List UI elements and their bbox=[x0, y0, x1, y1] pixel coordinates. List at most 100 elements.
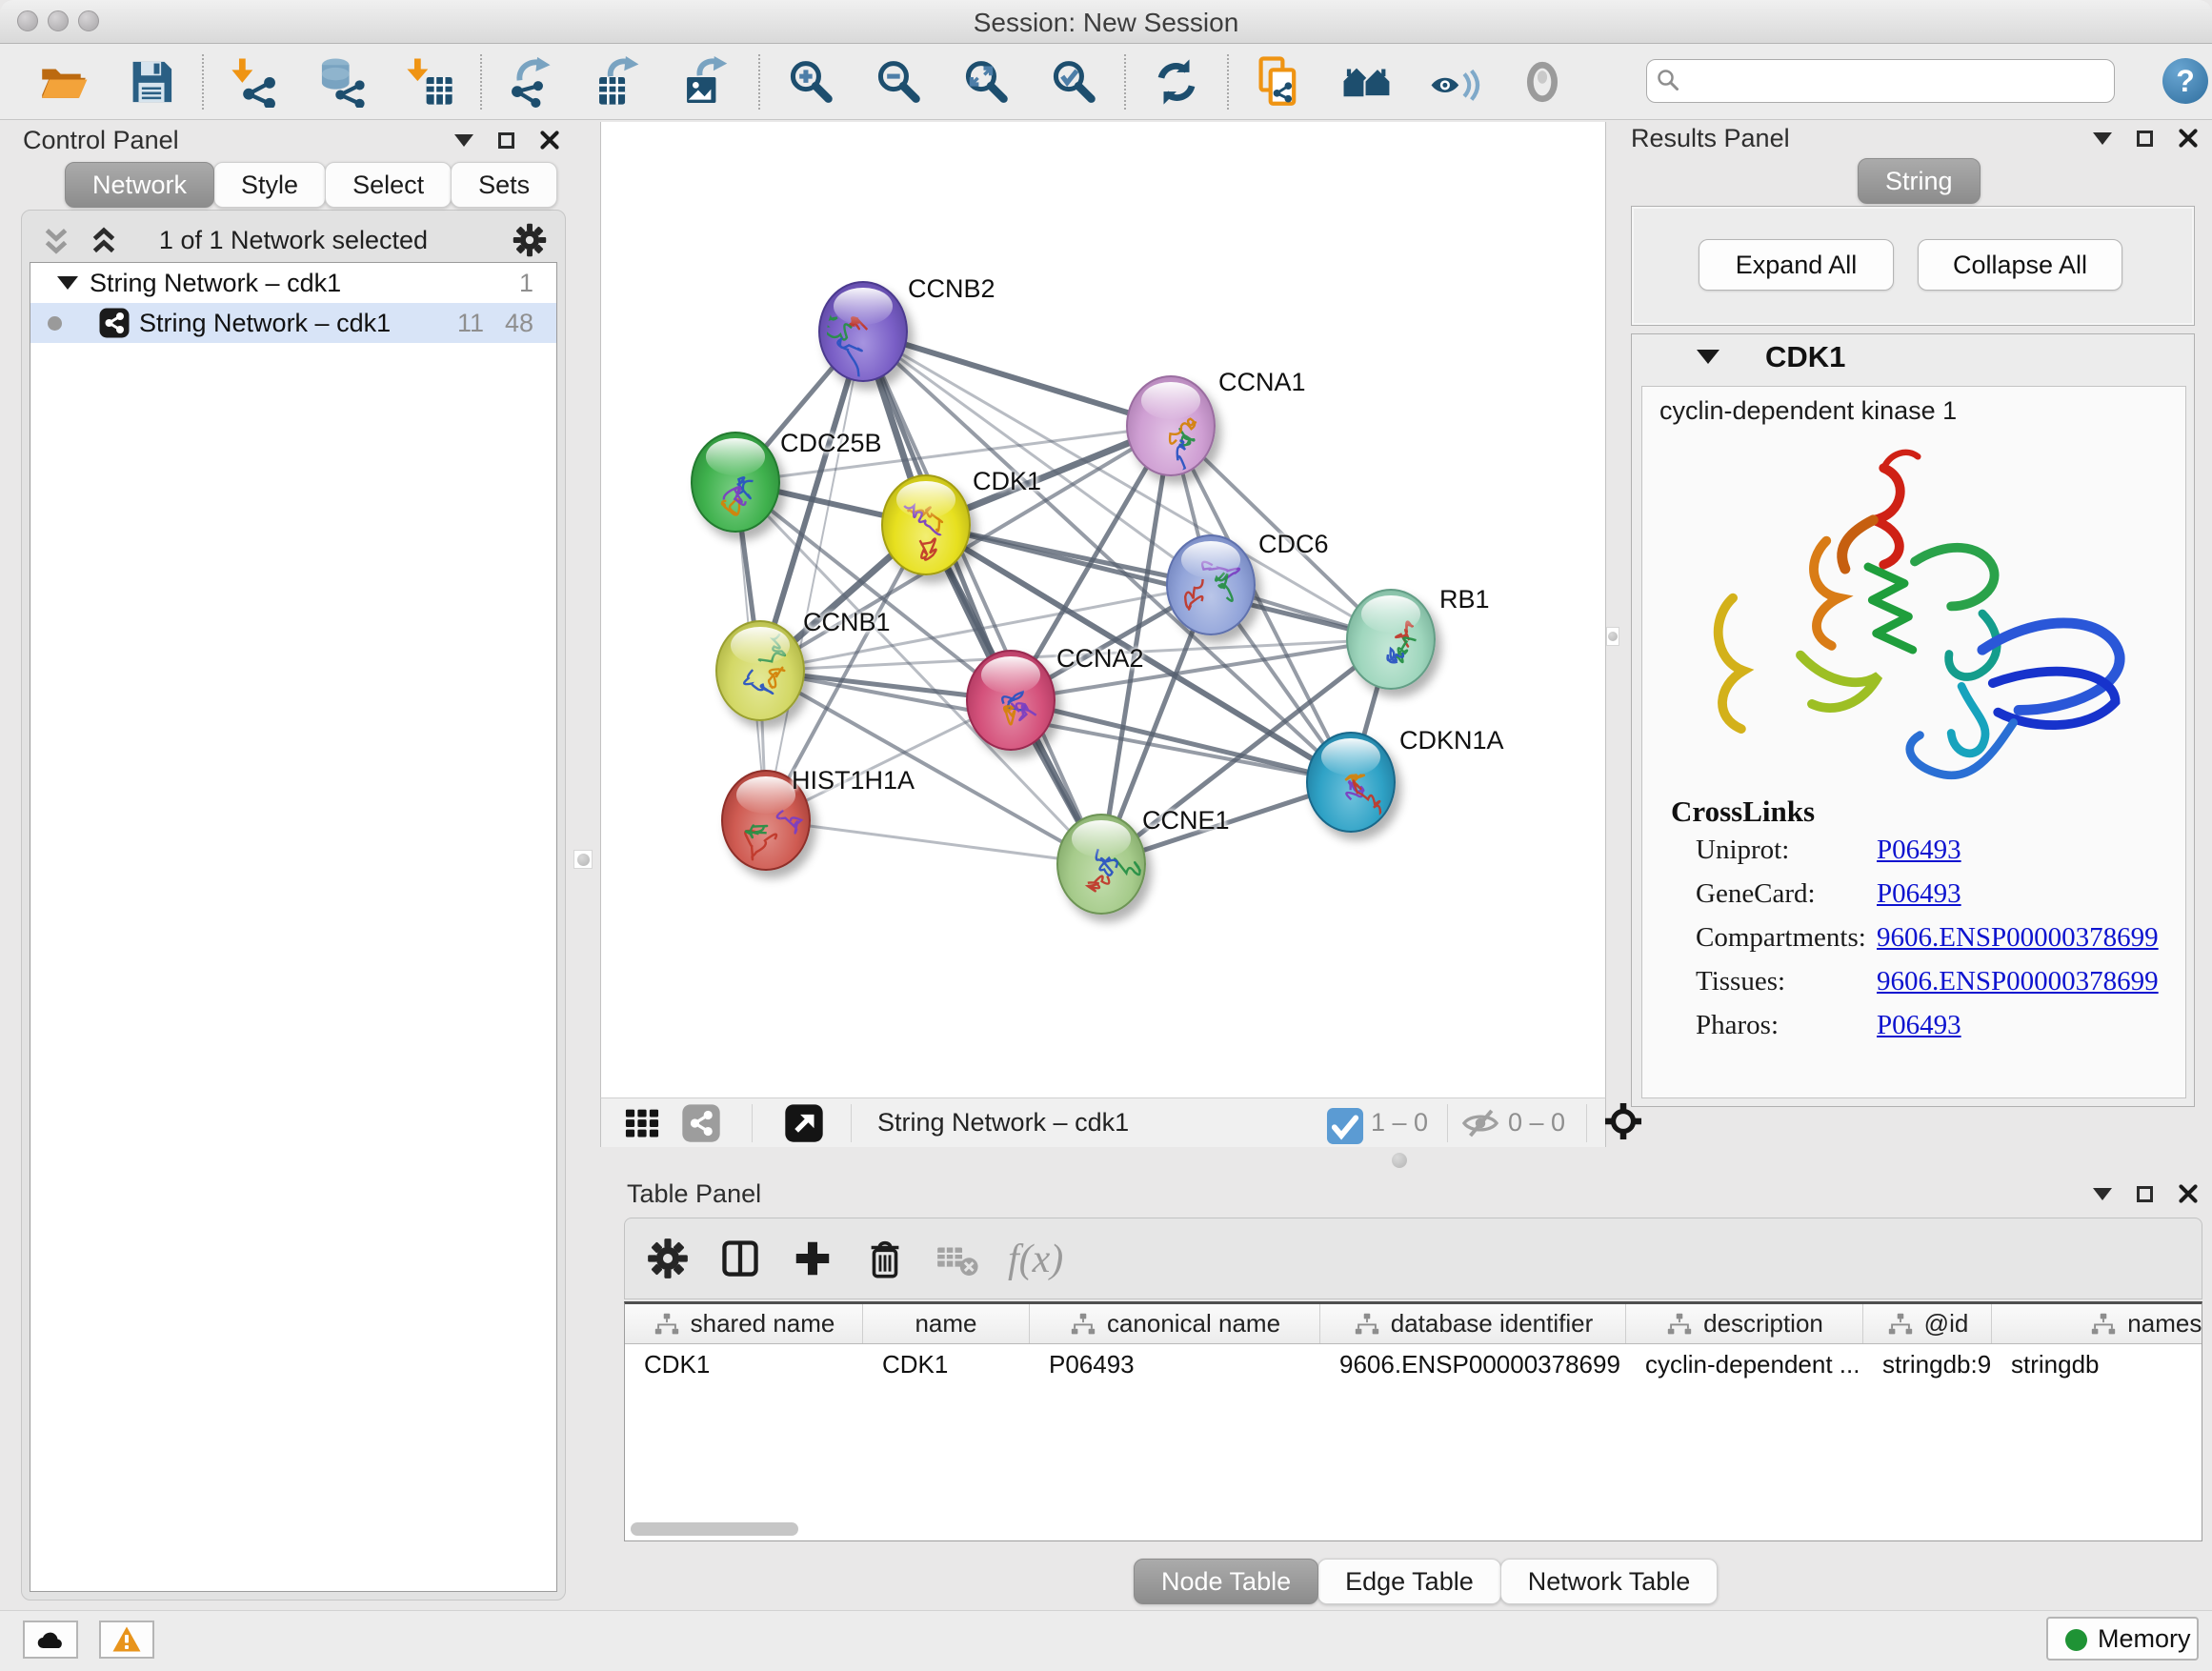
table-cell: P06493 bbox=[1030, 1344, 1320, 1382]
node-CCNE1[interactable] bbox=[1056, 814, 1146, 915]
splitter-handle[interactable] bbox=[573, 850, 593, 869]
selected-checkbox-icon[interactable] bbox=[1325, 1106, 1359, 1140]
import-table-icon[interactable] bbox=[404, 56, 455, 108]
panel-menu-icon[interactable] bbox=[2093, 132, 2112, 145]
splitter-handle[interactable] bbox=[1606, 627, 1619, 646]
crosslink-link[interactable]: P06493 bbox=[1877, 1010, 1961, 1041]
panel-close-icon[interactable] bbox=[539, 130, 560, 151]
expand-all-button[interactable]: Expand All bbox=[1699, 239, 1894, 291]
node-CDC25B[interactable] bbox=[691, 432, 780, 533]
toolbar-group bbox=[1254, 56, 1568, 108]
node-CCNB2[interactable] bbox=[818, 281, 908, 382]
warning-button[interactable] bbox=[99, 1621, 154, 1659]
zoom-selected-icon[interactable] bbox=[1048, 56, 1099, 108]
panel-float-icon[interactable] bbox=[498, 132, 514, 149]
show-birds-eye-icon[interactable] bbox=[1517, 56, 1568, 108]
panel-close-icon[interactable] bbox=[2178, 1183, 2199, 1204]
gene-description: cyclin-dependent kinase 1 bbox=[1659, 396, 1957, 426]
refresh-layout-icon[interactable] bbox=[1151, 56, 1202, 108]
tab-edge-table[interactable]: Edge Table bbox=[1317, 1559, 1501, 1604]
panel-menu-icon[interactable] bbox=[454, 134, 473, 147]
cloud-button[interactable] bbox=[23, 1621, 78, 1659]
toolbar-group bbox=[785, 56, 1099, 108]
view-network-icon[interactable] bbox=[681, 1103, 721, 1143]
string-home-icon[interactable] bbox=[1341, 56, 1393, 108]
show-graphics-details-icon[interactable] bbox=[1429, 56, 1480, 108]
network-icon bbox=[99, 308, 130, 338]
import-network-icon[interactable] bbox=[229, 56, 280, 108]
column-header-shared-name[interactable]: shared name bbox=[625, 1304, 863, 1343]
panel-close-icon[interactable] bbox=[2178, 128, 2199, 149]
crosslink-link[interactable]: 9606.ENSP00000378699 bbox=[1877, 966, 2159, 997]
view-grid-icon[interactable] bbox=[622, 1103, 662, 1143]
import-database-icon[interactable] bbox=[316, 56, 368, 108]
node-CCNA1[interactable] bbox=[1126, 375, 1216, 476]
settings-icon[interactable] bbox=[646, 1237, 690, 1280]
search-input[interactable] bbox=[1646, 59, 2115, 103]
network-collection-row[interactable]: String Network – cdk1 1 bbox=[30, 263, 556, 303]
collection-label: String Network – cdk1 bbox=[90, 269, 341, 298]
node-CDC6[interactable] bbox=[1166, 534, 1256, 635]
crosslink-row: Tissues:9606.ENSP00000378699 bbox=[1642, 966, 2185, 1010]
column-header-name[interactable]: name bbox=[863, 1304, 1030, 1343]
tab-node-table[interactable]: Node Table bbox=[1134, 1559, 1318, 1604]
column-header-database-identifier[interactable]: database identifier bbox=[1320, 1304, 1626, 1343]
table-row[interactable]: CDK1CDK1P064939606.ENSP00000378699cyclin… bbox=[625, 1344, 2202, 1382]
titlebar: Session: New Session bbox=[0, 0, 2212, 44]
crosslink-link[interactable]: P06493 bbox=[1877, 835, 1961, 866]
zoom-out-icon[interactable] bbox=[873, 56, 924, 108]
hidden-eye-slash-icon[interactable] bbox=[1460, 1103, 1500, 1143]
tab-network-table[interactable]: Network Table bbox=[1500, 1559, 1719, 1604]
tab-string[interactable]: String bbox=[1858, 158, 1981, 204]
node-CDK1[interactable] bbox=[881, 474, 971, 575]
session-documents-icon[interactable] bbox=[1254, 56, 1305, 108]
column-header-description[interactable]: description bbox=[1626, 1304, 1863, 1343]
toolbar-divider bbox=[480, 54, 482, 110]
node-label-CCNA1: CCNA1 bbox=[1218, 368, 1306, 397]
export-network-icon[interactable] bbox=[507, 56, 558, 108]
column-header-namespace[interactable]: namespace bbox=[1992, 1304, 2202, 1343]
tab-network[interactable]: Network bbox=[65, 162, 214, 208]
network-canvas[interactable]: CCNB2CCNA1CDC25BCDK1CDC6RB1CCNB1CCNA2CDK… bbox=[600, 122, 1606, 1097]
split-columns-icon[interactable] bbox=[718, 1237, 762, 1280]
panel-float-icon[interactable] bbox=[2137, 1186, 2153, 1202]
add-column-icon[interactable] bbox=[791, 1237, 835, 1280]
node-CDKN1A[interactable] bbox=[1306, 732, 1396, 833]
export-table-icon[interactable] bbox=[594, 56, 646, 108]
current-network-title: String Network – cdk1 bbox=[877, 1108, 1129, 1137]
tab-select[interactable]: Select bbox=[325, 162, 452, 208]
detach-view-icon[interactable] bbox=[784, 1103, 824, 1143]
control-panel: Control Panel NetworkStyleSelectSets 1 o… bbox=[10, 124, 570, 1604]
splitter-handle[interactable] bbox=[1392, 1153, 1407, 1168]
help-button[interactable]: ? bbox=[2162, 58, 2208, 104]
tab-style[interactable]: Style bbox=[213, 162, 326, 208]
panel-menu-icon[interactable] bbox=[2093, 1188, 2112, 1200]
zoom-fit-icon[interactable] bbox=[960, 56, 1012, 108]
crosslink-link[interactable]: P06493 bbox=[1877, 878, 1961, 910]
crosslink-link[interactable]: 9606.ENSP00000378699 bbox=[1877, 922, 2159, 954]
node-RB1[interactable] bbox=[1346, 589, 1436, 690]
collapse-all-button[interactable]: Collapse All bbox=[1918, 239, 2122, 291]
collection-expand-icon[interactable] bbox=[57, 276, 78, 290]
column-header-canonical-name[interactable]: canonical name bbox=[1030, 1304, 1320, 1343]
entry-collapse-icon[interactable] bbox=[1697, 350, 1719, 364]
open-folder-icon[interactable] bbox=[38, 56, 90, 108]
toolbar-divider bbox=[202, 54, 204, 110]
tab-sets[interactable]: Sets bbox=[451, 162, 557, 208]
export-image-icon[interactable] bbox=[682, 56, 734, 108]
memory-button[interactable]: Memory bbox=[2046, 1617, 2199, 1661]
save-session-icon[interactable] bbox=[126, 56, 177, 108]
column-header-@id[interactable]: @id bbox=[1863, 1304, 1992, 1343]
horizontal-scrollbar[interactable] bbox=[631, 1522, 798, 1536]
panel-float-icon[interactable] bbox=[2137, 131, 2153, 147]
node-CCNB1[interactable] bbox=[715, 620, 805, 721]
node-CCNA2[interactable] bbox=[966, 650, 1056, 751]
zoom-in-icon[interactable] bbox=[785, 56, 836, 108]
delete-column-icon[interactable] bbox=[863, 1237, 907, 1280]
network-row[interactable]: String Network – cdk1 11 48 bbox=[30, 303, 556, 343]
node-label-CDC6: CDC6 bbox=[1258, 530, 1329, 559]
table-panel-header-icons bbox=[2093, 1183, 2199, 1204]
network-options-gear-icon[interactable] bbox=[512, 222, 548, 258]
crosslink-row: GeneCard:P06493 bbox=[1642, 878, 2185, 922]
table-cell: CDK1 bbox=[625, 1344, 863, 1382]
